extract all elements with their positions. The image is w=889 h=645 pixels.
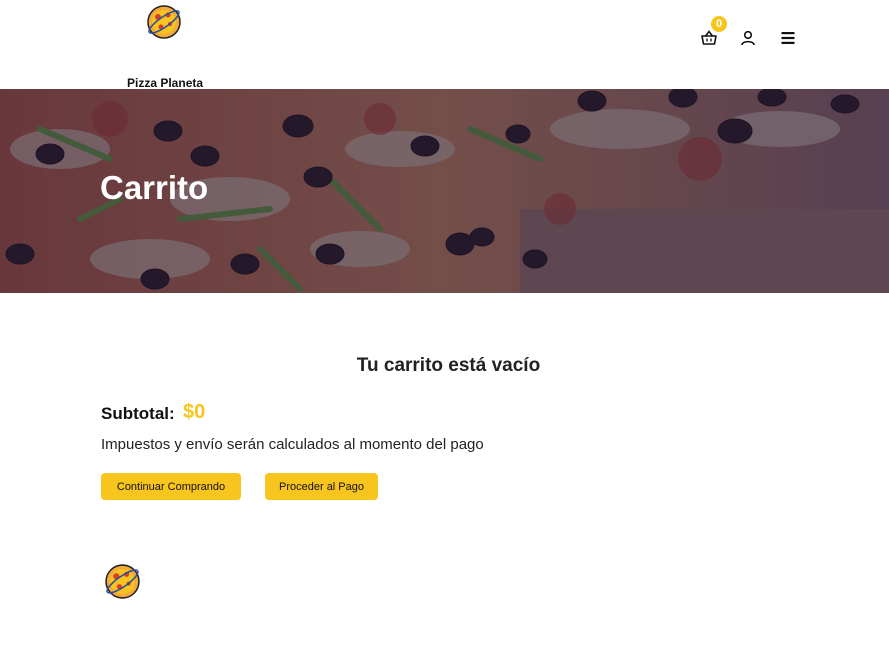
continue-shopping-button[interactable]: Continuar Comprando [101, 473, 241, 500]
tax-shipping-note: Impuestos y envío serán calculados al mo… [101, 436, 484, 453]
account-button[interactable] [737, 27, 759, 49]
user-icon [741, 30, 755, 46]
brand-name: Pizza Planeta [127, 76, 204, 90]
footer-pizza-planet-logo-icon [105, 564, 140, 599]
cart-count-badge: 0 [711, 16, 727, 32]
pizza-planet-logo-icon [147, 5, 181, 39]
proceed-to-checkout-button[interactable]: Proceder al Pago [265, 473, 378, 500]
site-header: Pizza Planeta 0 [0, 0, 889, 90]
home-logo-link[interactable]: Pizza Planeta [122, 4, 212, 90]
hamburger-menu-icon [781, 32, 795, 44]
menu-button[interactable] [777, 27, 799, 49]
hero-banner: Carrito [0, 89, 889, 293]
subtotal-label: Subtotal: [101, 404, 175, 423]
subtotal-value: $0 [183, 401, 206, 423]
empty-cart-message: Tu carrito está vacío [356, 355, 541, 376]
basket-icon [701, 30, 717, 45]
page-title: Carrito [100, 169, 209, 206]
